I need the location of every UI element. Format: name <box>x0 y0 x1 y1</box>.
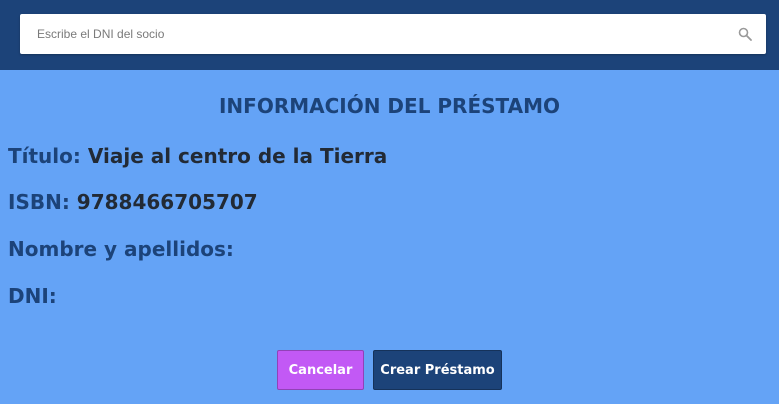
isbn-value: 9788466705707 <box>76 190 258 214</box>
search-box[interactable] <box>20 14 766 54</box>
book-title-row: Título: Viaje al centro de la Tierra <box>8 144 387 168</box>
member-name-label: Nombre y apellidos: <box>8 237 234 261</box>
member-dni-label: DNI: <box>8 284 57 308</box>
loan-info-panel: INFORMACIÓN DEL PRÉSTAMO Título: Viaje a… <box>0 70 779 404</box>
book-title-value: Viaje al centro de la Tierra <box>87 144 388 168</box>
cancel-button[interactable]: Cancelar <box>277 350 364 390</box>
book-title-label: Título: <box>8 144 81 168</box>
top-bar <box>0 0 779 70</box>
isbn-label: ISBN: <box>8 190 70 214</box>
search-input[interactable] <box>20 14 720 54</box>
member-dni-row: DNI: <box>8 284 57 308</box>
search-icon[interactable] <box>738 27 752 41</box>
create-loan-button[interactable]: Crear Préstamo <box>373 350 502 390</box>
member-name-row: Nombre y apellidos: <box>8 237 234 261</box>
page-title: INFORMACIÓN DEL PRÉSTAMO <box>218 94 560 118</box>
isbn-row: ISBN: 9788466705707 <box>8 190 258 214</box>
